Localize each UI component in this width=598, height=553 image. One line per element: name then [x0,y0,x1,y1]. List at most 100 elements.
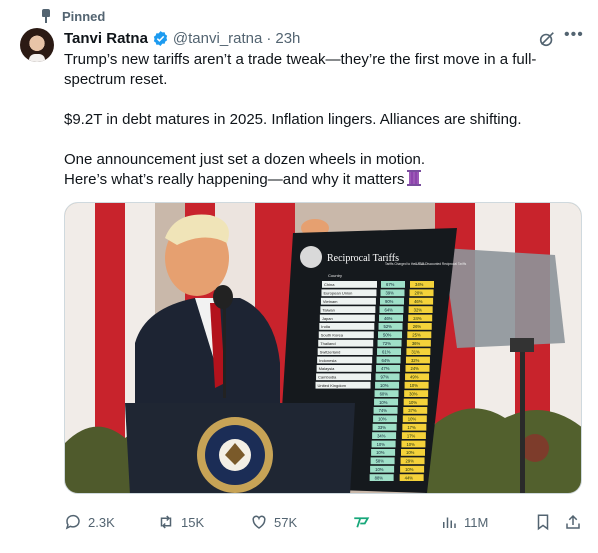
board-reciprocal-value: 46% [414,299,423,304]
board-reciprocal-value: 20% [415,291,424,296]
board-charged-value: 90% [385,299,394,304]
board-country-label: Switzerland [320,349,341,354]
board-reciprocal-value: 32% [414,307,423,312]
share-button[interactable] [564,512,582,532]
board-reciprocal-value: 24% [413,316,422,321]
board-reciprocal-value: 29% [406,459,415,464]
board-reciprocal-value: 17% [407,425,416,430]
verified-badge-icon [153,30,168,46]
tweet-photo[interactable]: Reciprocal Tariffs Country Tariffs Charg… [64,202,582,494]
views-icon [443,517,456,528]
board-charged-value: 61% [382,349,391,354]
board-country-label: Thailand [320,341,335,346]
heart-icon [252,515,266,529]
separator-dot: · [266,29,272,47]
board-country-label: Taiwan [322,307,334,312]
board-charged-value: 60% [380,391,389,396]
pin-icon [40,9,52,23]
board-reciprocal-value: 10% [410,383,419,388]
board-country-label: Cambodia [318,375,337,380]
board-charged-value: 10% [380,383,389,388]
board-reciprocal-value: 36% [412,341,421,346]
board-reciprocal-value: 34% [415,282,424,287]
board-charged-value: 88% [375,475,384,480]
board-country-label: India [321,324,330,329]
board-country-label: Malaysia [319,366,336,371]
bookmark-icon [537,514,549,531]
author-handle[interactable]: @tanvi_ratna [173,30,262,47]
reply-icon [65,514,80,530]
board-country-label: Vietnam [323,299,338,304]
views-count: 11M [464,514,489,530]
board-charged-value: 58% [376,459,385,464]
reply-button[interactable]: 2.3K [64,512,115,532]
board-charged-value: 72% [383,341,392,346]
podium [125,403,355,493]
board-charged-value: 97% [381,375,390,380]
board-country-label: European Union [323,291,352,296]
more-options-icon[interactable]: ••• [564,27,583,46]
board-charged-value: 47% [381,366,390,371]
bookmark-button[interactable] [534,512,552,532]
repost-icon [160,515,172,529]
avatar[interactable] [20,28,54,62]
pinned-indicator: Pinned [40,8,105,24]
like-count: 57K [274,514,298,530]
tweet-paragraph-1: Trump’s new tariffs aren’t a trade tweak… [64,51,537,88]
reply-count: 2.3K [88,514,115,530]
board-charged-value: 74% [379,408,388,413]
repost-count: 15K [181,514,205,530]
board-reciprocal-value: 30% [409,391,418,396]
board-seal-icon [300,246,322,268]
board-charged-value: 46% [384,316,393,321]
like-button[interactable]: 57K [250,512,297,532]
grok-icon[interactable] [538,30,556,48]
board-country-label: Indonesia [319,358,337,363]
board-country-label: South Korea [321,333,344,338]
share-icon [566,514,580,529]
grok-analyze-icon [354,517,370,528]
board-reciprocal-value: 10% [409,400,418,405]
board-charged-value: 10% [377,442,386,447]
tweet-text: Trump’s new tariffs aren’t a trade tweak… [64,50,574,190]
board-reciprocal-value: 17% [407,433,416,438]
board-country-label: United Kingdom [318,383,347,388]
board-charged-value: 67% [386,282,395,287]
board-charged-value: 52% [384,324,393,329]
board-charged-value: 64% [385,307,394,312]
tweet-actions: 2.3K 15K 57K 11M [64,512,584,532]
board-reciprocal-value: 10% [405,467,414,472]
board-charged-value: 33% [378,425,387,430]
board-charged-value: 34% [377,433,386,438]
board-charged-value: 39% [386,291,395,296]
board-charged-value: 50% [383,333,392,338]
author-name[interactable]: Tanvi Ratna [64,30,148,47]
board-col-country: Country [328,273,342,278]
board-reciprocal-value: 37% [408,408,417,413]
board-charged-value: 10% [376,450,385,455]
board-reciprocal-value: 49% [410,375,419,380]
board-col-reciprocal: U.S.A. Discounted Reciprocal Tariffs [415,262,467,266]
board-reciprocal-value: 10% [406,450,415,455]
pinned-label: Pinned [62,8,106,24]
grok-analyze-button[interactable] [352,512,370,532]
board-charged-value: 10% [378,417,387,422]
board-country-label: Japan [322,316,333,321]
board-reciprocal-value: 44% [405,475,414,480]
board-reciprocal-value: 24% [411,366,420,371]
tweet-header: Tanvi Ratna @tanvi_ratna · 23h [64,28,300,48]
timestamp[interactable]: 23h [275,30,300,47]
thread-emoji-icon [407,170,422,186]
board-country-label: China [324,282,335,287]
board-charged-value: 64% [382,358,391,363]
tweet-paragraph-3: One announcement just set a dozen wheels… [64,151,426,188]
repost-button[interactable]: 15K [157,512,204,532]
board-reciprocal-value: 32% [411,358,420,363]
board-reciprocal-value: 10% [406,442,415,447]
tweet-paragraph-2: $9.2T in debt matures in 2025. Inflation… [64,111,522,128]
views-button[interactable]: 11M [440,512,488,532]
board-reciprocal-value: 26% [413,324,422,329]
board-reciprocal-value: 31% [411,349,420,354]
board-reciprocal-value: 25% [412,333,421,338]
board-charged-value: 10% [375,467,384,472]
